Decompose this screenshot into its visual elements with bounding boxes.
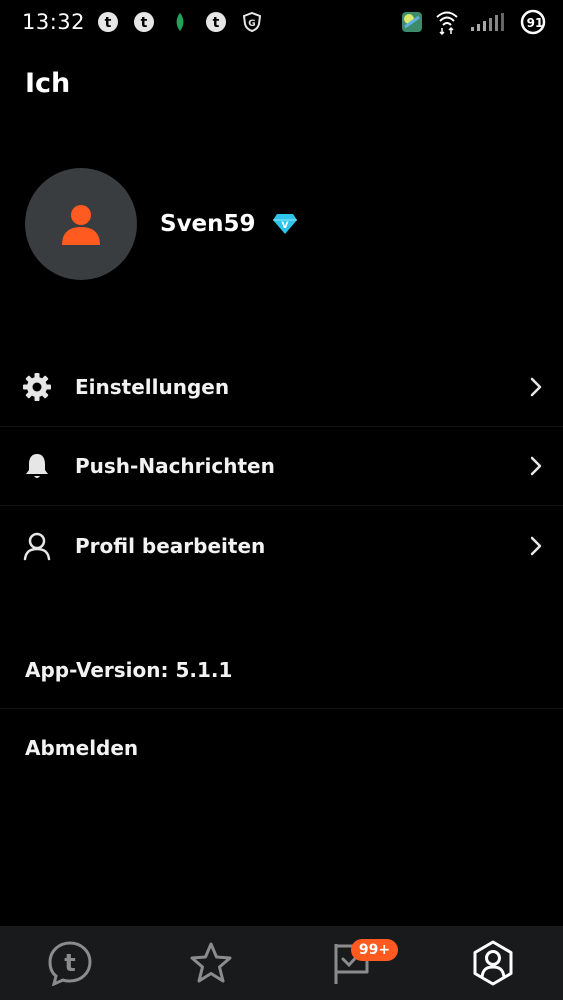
tapatalk-icon: t: [48, 941, 92, 986]
app-version: App-Version: 5.1.1: [0, 631, 563, 709]
nav-tapatalk[interactable]: t: [35, 933, 105, 993]
settings-menu: Einstellungen Push-Nachrichten Profil be…: [0, 348, 563, 585]
tapatalk-icon: t: [98, 12, 119, 32]
user-outline-icon: [22, 531, 52, 561]
menu-item-label: Push-Nachrichten: [75, 454, 275, 478]
wifi-icon: [436, 11, 458, 35]
menu-item-einstellungen[interactable]: Einstellungen: [0, 348, 563, 427]
status-time: 13:32: [22, 10, 86, 34]
signal-icon: [471, 13, 504, 31]
leaf-icon: [176, 13, 184, 31]
status-icons-right: 91: [399, 4, 547, 40]
menu-item-label: Einstellungen: [75, 375, 230, 399]
battery-level: 91: [527, 16, 544, 30]
avatar[interactable]: [25, 168, 137, 280]
nav-profile[interactable]: [458, 933, 528, 993]
profile-icon: [473, 940, 513, 986]
logout-button[interactable]: Abmelden: [0, 709, 563, 787]
menu-item-profil-bearbeiten[interactable]: Profil bearbeiten: [0, 506, 563, 585]
shield-icon: G: [242, 11, 262, 33]
menu-item-push-nachrichten[interactable]: Push-Nachrichten: [0, 427, 563, 506]
screen: 13:32 t t t G 91 Ich Sven59 V Einstellun…: [0, 0, 563, 1000]
status-bar: 13:32 t t t G 91: [0, 0, 563, 44]
bell-icon: [22, 451, 52, 481]
tapatalk-icon: t: [134, 12, 155, 32]
menu-item-label: Profil bearbeiten: [75, 533, 266, 558]
svg-text:t: t: [213, 15, 220, 31]
chevron-right-icon: [530, 377, 542, 397]
chevron-right-icon: [530, 536, 542, 555]
page-title: Ich: [25, 68, 71, 99]
nav-notifications[interactable]: 99+: [317, 933, 399, 993]
username: Sven59: [160, 211, 256, 237]
star-icon: [190, 942, 232, 983]
vip-badge-letter: V: [281, 221, 288, 231]
user-icon: [62, 205, 100, 245]
status-icons-left: t t t G: [97, 11, 263, 33]
svg-text:t: t: [105, 15, 112, 31]
tapatalk-icon: t: [206, 12, 227, 32]
svg-text:G: G: [248, 19, 255, 29]
svg-text:t: t: [141, 15, 148, 31]
profile-card[interactable]: Sven59 V: [25, 168, 298, 280]
chevron-right-icon: [530, 456, 542, 476]
svg-text:t: t: [65, 949, 76, 977]
bottom-nav: t 99+: [0, 926, 563, 1000]
weather-icon: [402, 12, 422, 32]
nav-favorites[interactable]: [176, 933, 246, 993]
vip-diamond-icon: V: [272, 214, 297, 234]
notification-badge: 99+: [350, 939, 399, 961]
battery-icon: 91: [520, 9, 546, 35]
gear-icon: [22, 372, 52, 402]
